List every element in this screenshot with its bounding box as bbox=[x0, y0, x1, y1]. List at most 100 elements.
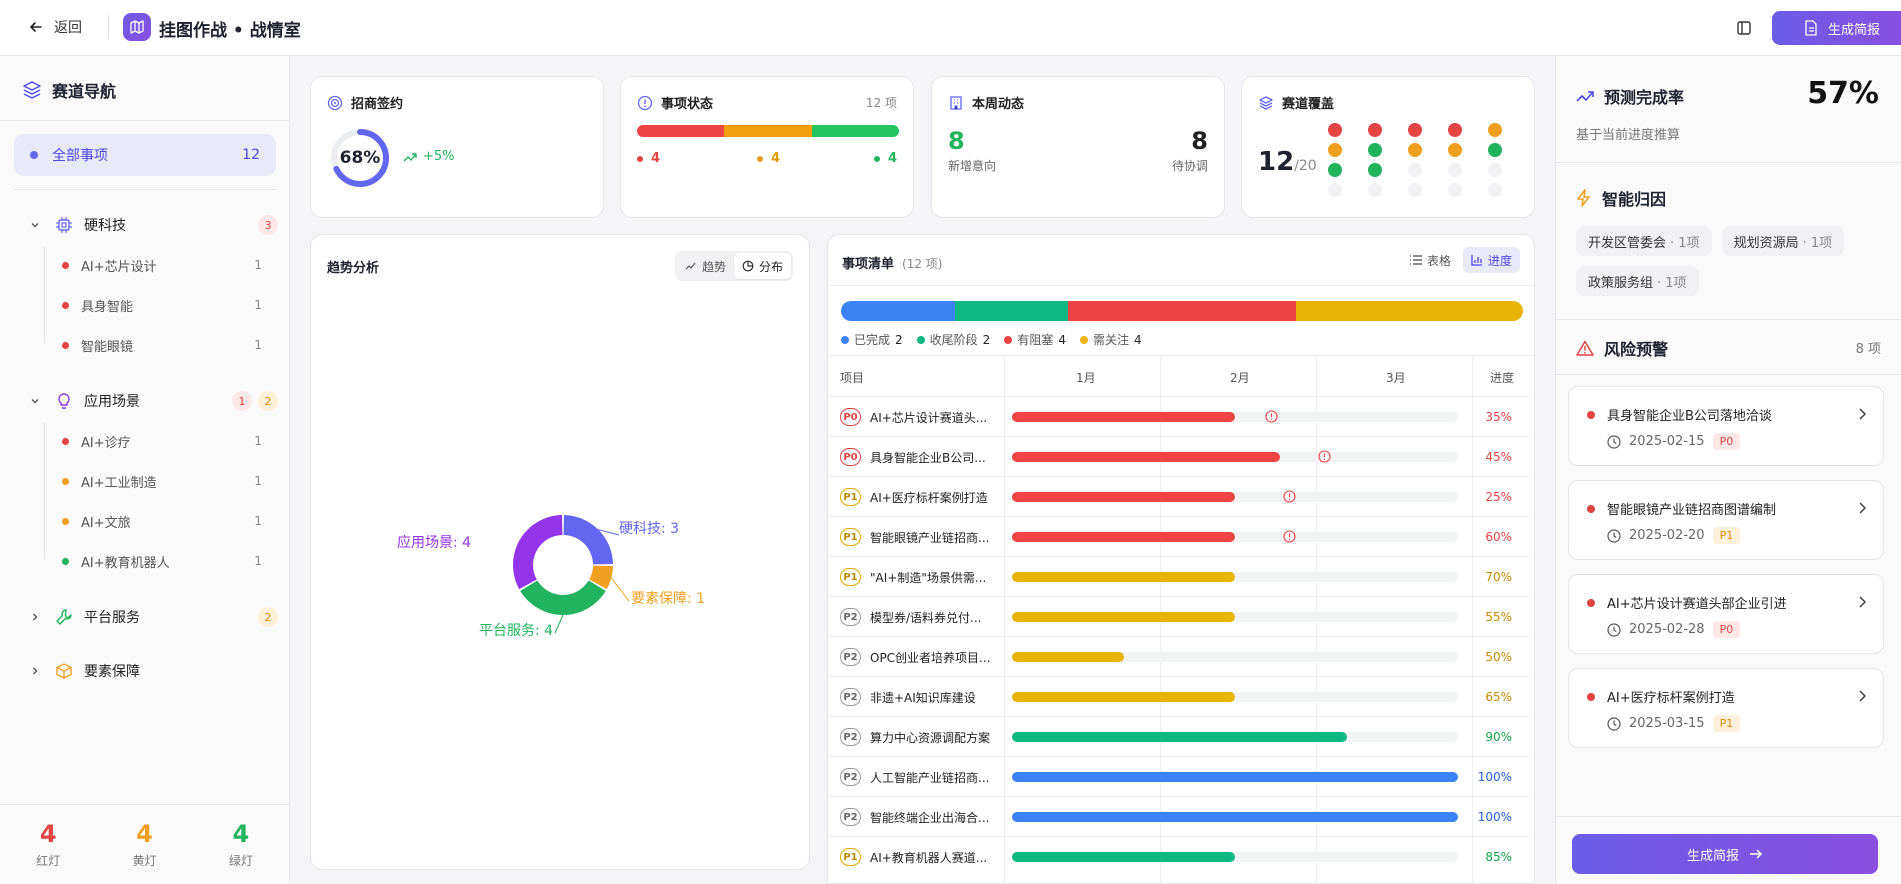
sidebar-item-count: 1 bbox=[254, 474, 262, 488]
sidebar-group-scenarios[interactable]: 应用场景 1 2 bbox=[28, 386, 278, 416]
task-row[interactable]: P1 "AI+制造"场景供需... 70% bbox=[828, 556, 1530, 596]
sidebar-item-label: AI+诊疗 bbox=[81, 435, 131, 451]
sidebar-item-edu-robot[interactable]: AI+教育机器人 1 bbox=[62, 546, 262, 576]
new-intent-number: 8 bbox=[948, 127, 965, 155]
task-row[interactable]: P2 非遗+AI知识库建设 65% bbox=[828, 676, 1530, 716]
date-text: 2025-03-15 bbox=[1629, 716, 1705, 731]
task-row[interactable]: P2 智能终端企业出海合... 100% bbox=[828, 796, 1530, 836]
risk-item-title: AI+医疗标杆案例打造 bbox=[1607, 691, 1735, 706]
sidebar: 赛道导航 全部事项 12 硬科技 3 AI+芯片设计 1 具身智能 1 智能眼镜 1 … bbox=[0, 56, 290, 884]
progress-view-button[interactable]: 进度 bbox=[1462, 247, 1520, 273]
task-name: "AI+制造"场景供需... bbox=[870, 571, 987, 585]
sidebar-group-hardtech[interactable]: 硬科技 3 bbox=[28, 210, 278, 240]
sidebar-item-all[interactable]: 全部事项 12 bbox=[14, 134, 276, 176]
yellow-light-stat: 4 黄灯 bbox=[96, 805, 192, 884]
donut-slice bbox=[520, 580, 606, 615]
lightbulb-icon bbox=[54, 391, 74, 411]
legend-label: 有阻塞 bbox=[1017, 333, 1054, 347]
wrench-icon bbox=[54, 607, 74, 627]
sidebar-item-tourism[interactable]: AI+文旅 1 bbox=[62, 506, 262, 536]
panel-toggle-icon[interactable] bbox=[1734, 18, 1754, 38]
yellow-count-badge: 2 bbox=[258, 607, 278, 627]
chip-label: 规划资源局 bbox=[1733, 235, 1799, 251]
divider bbox=[108, 15, 109, 39]
sign-delta: +5% bbox=[403, 149, 455, 164]
chip-icon bbox=[54, 215, 74, 235]
divider bbox=[1556, 162, 1901, 163]
insight-panel: 预测完成率 57% 基于当前进度推算 智能归因 开发区管委会 · 1项 规划资源局 ·… bbox=[1555, 56, 1901, 884]
risk-title-text: 风险预警 bbox=[1604, 340, 1669, 359]
coverage-dot bbox=[1408, 143, 1422, 157]
status-dot bbox=[62, 517, 69, 525]
stat-number: 4 bbox=[136, 820, 153, 848]
risk-item[interactable]: AI+医疗标杆案例打造 2025-03-15 P1 bbox=[1568, 668, 1884, 748]
table-view-button[interactable]: 表格 bbox=[1402, 247, 1459, 273]
card-title: 本周动态 bbox=[948, 93, 1024, 112]
sidebar-item-label: AI+教育机器人 bbox=[81, 555, 170, 571]
task-row[interactable]: P2 模型券/语料券兑付... 55% bbox=[828, 596, 1530, 636]
warning-icon bbox=[1282, 530, 1296, 543]
column-header-jan: 1月 bbox=[1076, 371, 1096, 385]
generate-report-button[interactable]: 生成简报 bbox=[1772, 11, 1901, 45]
priority-tag: P2 bbox=[840, 808, 861, 826]
coverage-dot bbox=[1368, 143, 1382, 157]
coverage-dot bbox=[1368, 183, 1382, 197]
sidebar-item-label: AI+工业制造 bbox=[81, 475, 157, 491]
sidebar-item-label: 智能眼镜 bbox=[81, 339, 134, 355]
task-row[interactable]: P1 AI+医疗标杆案例打造 25% bbox=[828, 476, 1530, 516]
coverage-dot bbox=[1408, 163, 1422, 177]
sidebar-item-count: 12 bbox=[242, 147, 260, 163]
progress-track bbox=[1012, 572, 1458, 582]
status-total: 12 项 bbox=[865, 96, 897, 110]
task-row[interactable]: P1 智能眼镜产业链招商... 60% bbox=[828, 516, 1530, 556]
risk-item[interactable]: 具身智能企业B公司落地洽谈 2025-02-15 P0 bbox=[1568, 386, 1884, 466]
progress-track bbox=[1012, 612, 1458, 622]
warning-icon bbox=[1265, 410, 1278, 423]
task-row[interactable]: P0 AI+芯片设计赛道头... 35% bbox=[828, 396, 1530, 436]
forecast-subtitle: 基于当前进度推算 bbox=[1576, 128, 1681, 143]
attribution-chip[interactable]: 政策服务组 · 1项 bbox=[1576, 266, 1699, 296]
sidebar-item-chip-design[interactable]: AI+芯片设计 1 bbox=[62, 250, 262, 280]
sidebar-item-embodied[interactable]: 具身智能 1 bbox=[62, 290, 262, 320]
task-name: 人工智能产业链招商... bbox=[870, 771, 990, 785]
back-button[interactable]: 返回 bbox=[28, 17, 82, 37]
divider bbox=[828, 285, 1534, 286]
progress-percent: 55% bbox=[1485, 610, 1512, 624]
chip-label: 开发区管委会 bbox=[1588, 235, 1667, 251]
trend-up-icon bbox=[1576, 89, 1594, 103]
task-row[interactable]: P2 OPC创业者培养项目... 50% bbox=[828, 636, 1530, 676]
progress-bar bbox=[1012, 492, 1235, 502]
card-title: 事项状态 bbox=[637, 93, 713, 112]
attribution-chip[interactable]: 开发区管委会 · 1项 bbox=[1576, 226, 1712, 256]
progress-bar bbox=[1012, 852, 1235, 862]
red-dot bbox=[637, 155, 643, 162]
progress-percent: 25% bbox=[1485, 490, 1512, 504]
task-row[interactable]: P2 人工智能产业链招商... 100% bbox=[828, 756, 1530, 796]
task-row[interactable]: P0 具身智能企业B公司... 45% bbox=[828, 436, 1530, 476]
sidebar-item-manufacturing[interactable]: AI+工业制造 1 bbox=[62, 466, 262, 496]
sidebar-item-glasses[interactable]: 智能眼镜 1 bbox=[62, 330, 262, 360]
task-row[interactable]: P2 算力中心资源调配方案 90% bbox=[828, 716, 1530, 756]
arrow-left-icon bbox=[28, 19, 44, 35]
legend-dot bbox=[1079, 335, 1088, 344]
legend-value: 4 bbox=[1133, 332, 1142, 347]
generate-report-label: 生成简报 bbox=[1827, 22, 1880, 38]
generate-report-bottom-button[interactable]: 生成简报 bbox=[1572, 834, 1878, 874]
card-title: 赛道覆盖 bbox=[1258, 93, 1334, 112]
progress-track bbox=[1012, 772, 1458, 782]
card-title-text: 赛道覆盖 bbox=[1282, 97, 1335, 112]
priority-tag: P1 bbox=[840, 528, 861, 546]
task-row[interactable]: P1 AI+教育机器人赛道... 85% bbox=[828, 836, 1530, 876]
sidebar-group-platform[interactable]: 平台服务 2 bbox=[28, 602, 278, 632]
risk-item[interactable]: 智能眼镜产业链招商图谱编制 2025-02-20 P1 bbox=[1568, 480, 1884, 560]
box-icon bbox=[54, 661, 74, 681]
yellow-count: 4 bbox=[757, 151, 780, 166]
attribution-chip[interactable]: 规划资源局 · 1项 bbox=[1721, 226, 1845, 256]
risk-item[interactable]: AI+芯片设计赛道头部企业引进 2025-02-28 P0 bbox=[1568, 574, 1884, 654]
progress-bar bbox=[1012, 572, 1235, 582]
chevron-down-icon bbox=[28, 396, 42, 406]
sidebar-item-diagnosis[interactable]: AI+诊疗 1 bbox=[62, 426, 262, 456]
progress-bar bbox=[1012, 692, 1235, 702]
green-light-stat: 4 绿灯 bbox=[193, 805, 289, 884]
sidebar-group-factors[interactable]: 要素保障 bbox=[28, 656, 278, 686]
